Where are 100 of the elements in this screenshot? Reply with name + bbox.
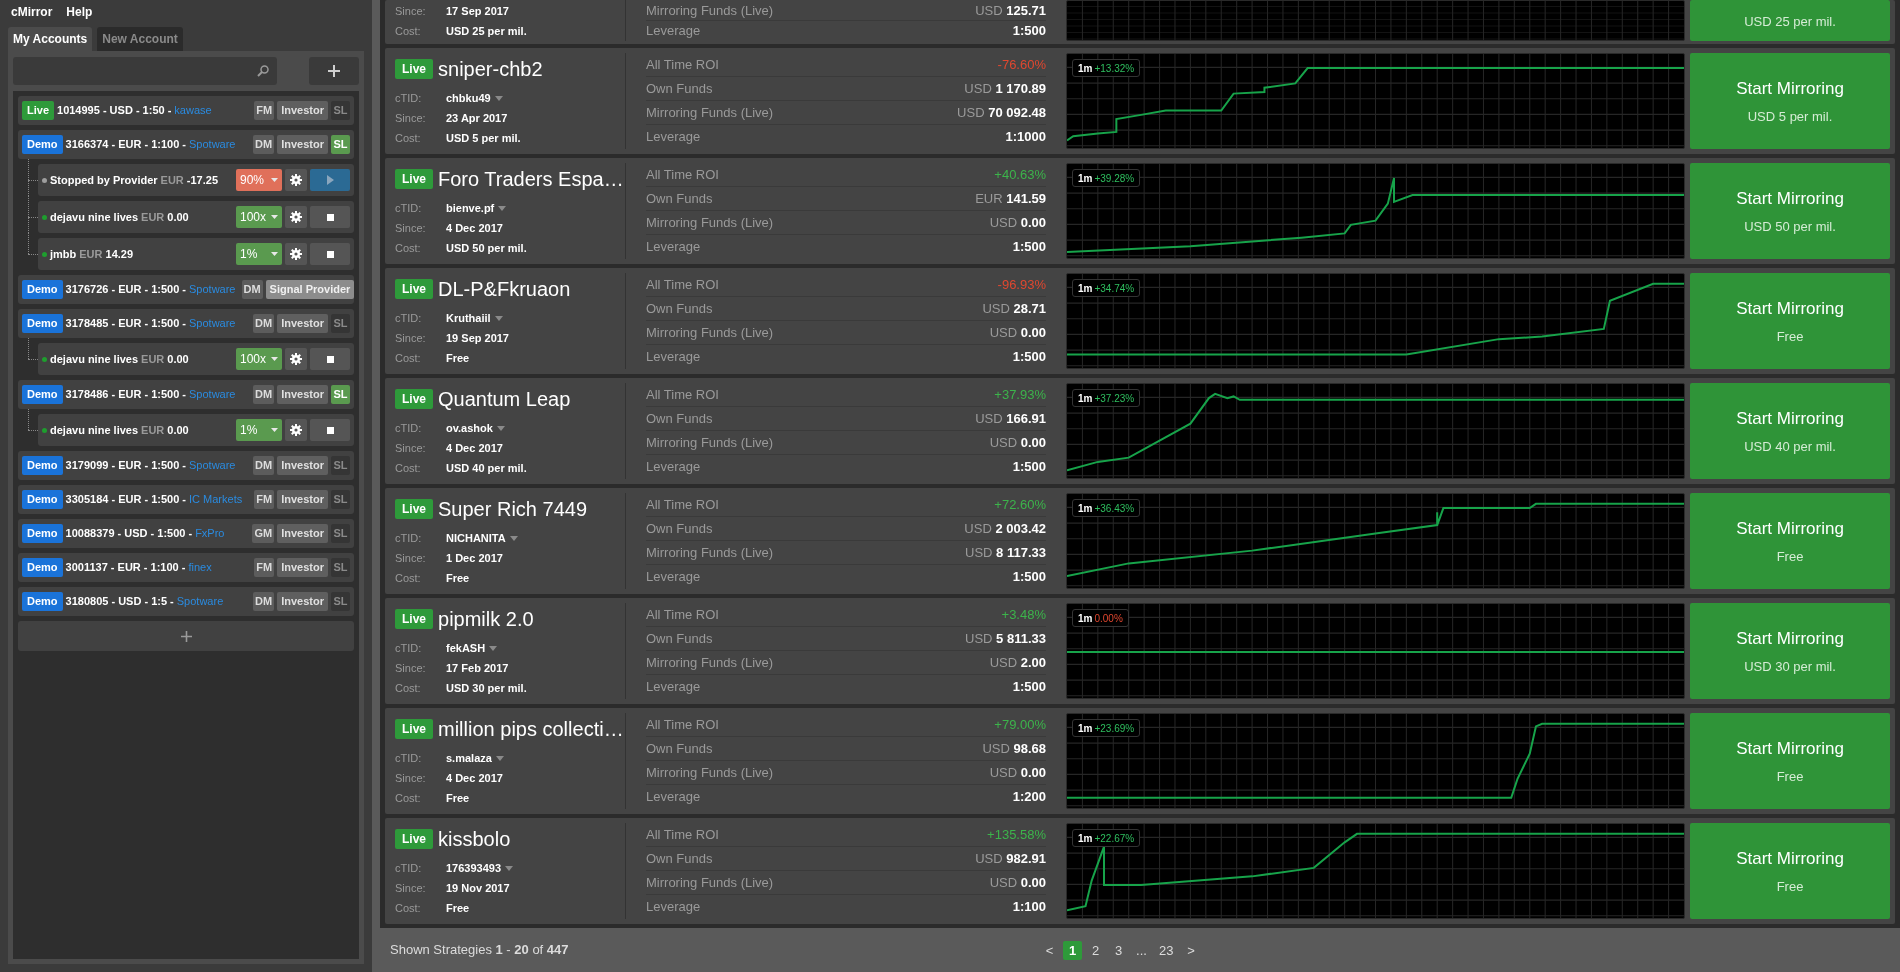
trader-id[interactable]: Kruthaiil bbox=[446, 309, 491, 327]
account-row[interactable]: Live 1014995 - USD - 1:50 - kawase FM Investor SL bbox=[18, 96, 354, 125]
strategy-title[interactable]: million pips collecti… bbox=[438, 714, 624, 744]
page-link[interactable]: ... bbox=[1132, 940, 1151, 960]
stop-loss-toggle[interactable]: SL bbox=[331, 314, 350, 333]
subscription-row[interactable]: dejavu nine lives EUR 0.00 100x bbox=[38, 201, 354, 233]
start-mirroring-button[interactable]: Start Mirroring Free bbox=[1690, 713, 1890, 809]
stop-loss-toggle[interactable]: SL bbox=[331, 456, 350, 475]
broker-link[interactable]: Spotware bbox=[176, 593, 224, 610]
stop-button[interactable] bbox=[310, 419, 350, 441]
account-row[interactable]: Demo 3178485 - EUR - 1:500 - Spotware DM Investor SL bbox=[18, 309, 354, 338]
page-link[interactable]: > bbox=[1181, 940, 1201, 960]
stop-loss-toggle[interactable]: SL bbox=[331, 490, 350, 509]
broker-link[interactable]: Spotware bbox=[189, 315, 236, 332]
start-mirroring-button[interactable]: Start Mirroring USD 5 per mil. bbox=[1690, 53, 1890, 149]
trader-id[interactable]: bienve.pf bbox=[446, 199, 495, 217]
info-value: Free bbox=[446, 900, 470, 916]
role-button[interactable]: Investor bbox=[277, 524, 328, 543]
stop-loss-toggle[interactable]: SL bbox=[331, 101, 350, 120]
role-button[interactable]: Signal Provider bbox=[265, 280, 355, 299]
role-button[interactable]: Investor bbox=[277, 314, 328, 333]
broker-link[interactable]: IC Markets bbox=[189, 491, 243, 508]
subscription-row[interactable]: jmbb EUR 14.29 1% bbox=[38, 238, 354, 270]
role-button[interactable]: Investor bbox=[277, 101, 328, 120]
tab[interactable]: My Accounts bbox=[8, 27, 93, 51]
account-row[interactable]: Demo 3176726 - EUR - 1:500 - Spotware DM Signal Provider bbox=[18, 275, 354, 304]
start-mirroring-button[interactable]: Start Mirroring Free bbox=[1690, 823, 1890, 919]
strategy-title[interactable]: pipmilk 2.0 bbox=[438, 604, 534, 634]
ratio-dropdown[interactable]: 100x bbox=[236, 206, 282, 228]
add-button[interactable] bbox=[309, 56, 359, 85]
broker-link[interactable]: Spotware bbox=[189, 136, 236, 153]
page-link[interactable]: 1 bbox=[1063, 940, 1082, 960]
strategy-title[interactable]: Quantum Leap bbox=[438, 384, 571, 414]
role-button[interactable]: Investor bbox=[277, 558, 328, 577]
stop-button[interactable] bbox=[310, 348, 350, 370]
role-button[interactable]: Investor bbox=[277, 135, 328, 154]
start-mirroring-button[interactable]: USD 25 per mil. bbox=[1690, 0, 1890, 41]
start-mirroring-button[interactable]: Start Mirroring Free bbox=[1690, 493, 1890, 589]
caret-icon bbox=[496, 425, 505, 431]
tab[interactable]: New Account bbox=[97, 27, 183, 51]
stop-button[interactable] bbox=[310, 243, 350, 265]
role-button[interactable]: Investor bbox=[277, 490, 328, 509]
account-row[interactable]: Demo 3180805 - USD - 1:5 - Spotware DM Investor SL bbox=[18, 587, 354, 616]
ratio-dropdown[interactable]: 90% bbox=[236, 169, 282, 191]
stat-value: -96.93% bbox=[997, 275, 1046, 294]
page-link[interactable]: 3 bbox=[1109, 940, 1128, 960]
trader-id[interactable]: chbku49 bbox=[446, 89, 491, 107]
trader-id[interactable]: s.malaza bbox=[446, 749, 492, 767]
subscription-row[interactable]: Stopped by Provider EUR -17.25 90% bbox=[38, 164, 354, 196]
start-mirroring-button[interactable]: Start Mirroring USD 30 per mil. bbox=[1690, 603, 1890, 699]
subscription-row[interactable]: dejavu nine lives EUR 0.00 100x bbox=[38, 343, 354, 375]
trader-id[interactable]: fekASH bbox=[446, 639, 486, 657]
stop-button[interactable] bbox=[310, 206, 350, 228]
trader-id[interactable]: ov.ashok bbox=[446, 419, 493, 437]
broker-link[interactable]: kawase bbox=[174, 102, 212, 119]
page-link[interactable]: < bbox=[1040, 940, 1059, 960]
stop-loss-toggle[interactable]: SL bbox=[331, 135, 350, 154]
account-row[interactable]: Demo 3179099 - EUR - 1:500 - Spotware DM Investor SL bbox=[18, 451, 354, 480]
page-link[interactable]: 23 bbox=[1155, 940, 1178, 960]
ratio-dropdown[interactable]: 1% bbox=[236, 419, 282, 441]
trader-id[interactable]: 176393493 bbox=[446, 859, 502, 877]
strategy-title[interactable]: Super Rich 7449 bbox=[438, 494, 587, 524]
menu-item[interactable]: cMirror bbox=[11, 3, 53, 21]
strategy-title[interactable]: DL-P&Fkruaon bbox=[438, 274, 571, 304]
account-row[interactable]: Demo 3305184 - EUR - 1:500 - IC Markets FM Investor SL bbox=[18, 485, 354, 514]
stop-loss-toggle[interactable]: SL bbox=[331, 558, 350, 577]
strategy-title[interactable]: kissbolo bbox=[438, 824, 511, 854]
account-row[interactable]: Demo 10088379 - USD - 1:500 - FxPro GM Investor SL bbox=[18, 519, 354, 548]
role-button[interactable]: Investor bbox=[277, 385, 328, 404]
role-button[interactable]: Investor bbox=[277, 592, 328, 611]
stop-loss-toggle[interactable]: SL bbox=[331, 524, 350, 543]
broker-link[interactable]: Spotware bbox=[189, 281, 236, 298]
settings-button[interactable] bbox=[285, 419, 307, 441]
broker-link[interactable]: Spotware bbox=[189, 386, 236, 403]
trader-id[interactable]: NICHANITA bbox=[446, 529, 506, 547]
account-row[interactable]: Demo 3166374 - EUR - 1:100 - Spotware DM Investor SL bbox=[18, 130, 354, 159]
account-row[interactable]: Demo 3178486 - EUR - 1:500 - Spotware DM Investor SL bbox=[18, 380, 354, 409]
start-mirroring-button[interactable]: Start Mirroring Free bbox=[1690, 273, 1890, 369]
search-field[interactable] bbox=[13, 56, 277, 85]
stop-loss-toggle[interactable]: SL bbox=[331, 385, 350, 404]
ratio-dropdown[interactable]: 1% bbox=[236, 243, 282, 265]
settings-button[interactable] bbox=[285, 348, 307, 370]
strategy-title[interactable]: sniper-chb2 bbox=[438, 54, 543, 84]
strategy-title[interactable]: Foro Traders Espa… bbox=[438, 164, 624, 194]
broker-link[interactable]: finex bbox=[188, 559, 212, 576]
settings-button[interactable] bbox=[285, 169, 307, 191]
info-value: Free bbox=[446, 350, 470, 366]
role-button[interactable]: Investor bbox=[277, 456, 328, 475]
settings-button[interactable] bbox=[285, 206, 307, 228]
page-link[interactable]: 2 bbox=[1086, 940, 1105, 960]
ratio-dropdown[interactable]: 100x bbox=[236, 348, 282, 370]
broker-link[interactable]: FxPro bbox=[195, 525, 225, 542]
account-row[interactable]: Demo 3001137 - EUR - 1:100 - finex FM Investor SL bbox=[18, 553, 354, 582]
stop-loss-toggle[interactable]: SL bbox=[331, 592, 350, 611]
settings-button[interactable] bbox=[285, 243, 307, 265]
subscription-row[interactable]: dejavu nine lives EUR 0.00 1% bbox=[38, 414, 354, 446]
start-mirroring-button[interactable]: Start Mirroring USD 50 per mil. bbox=[1690, 163, 1890, 259]
menu-item[interactable]: Help bbox=[66, 3, 93, 21]
broker-link[interactable]: Spotware bbox=[189, 457, 236, 474]
start-mirroring-button[interactable]: Start Mirroring USD 40 per mil. bbox=[1690, 383, 1890, 479]
